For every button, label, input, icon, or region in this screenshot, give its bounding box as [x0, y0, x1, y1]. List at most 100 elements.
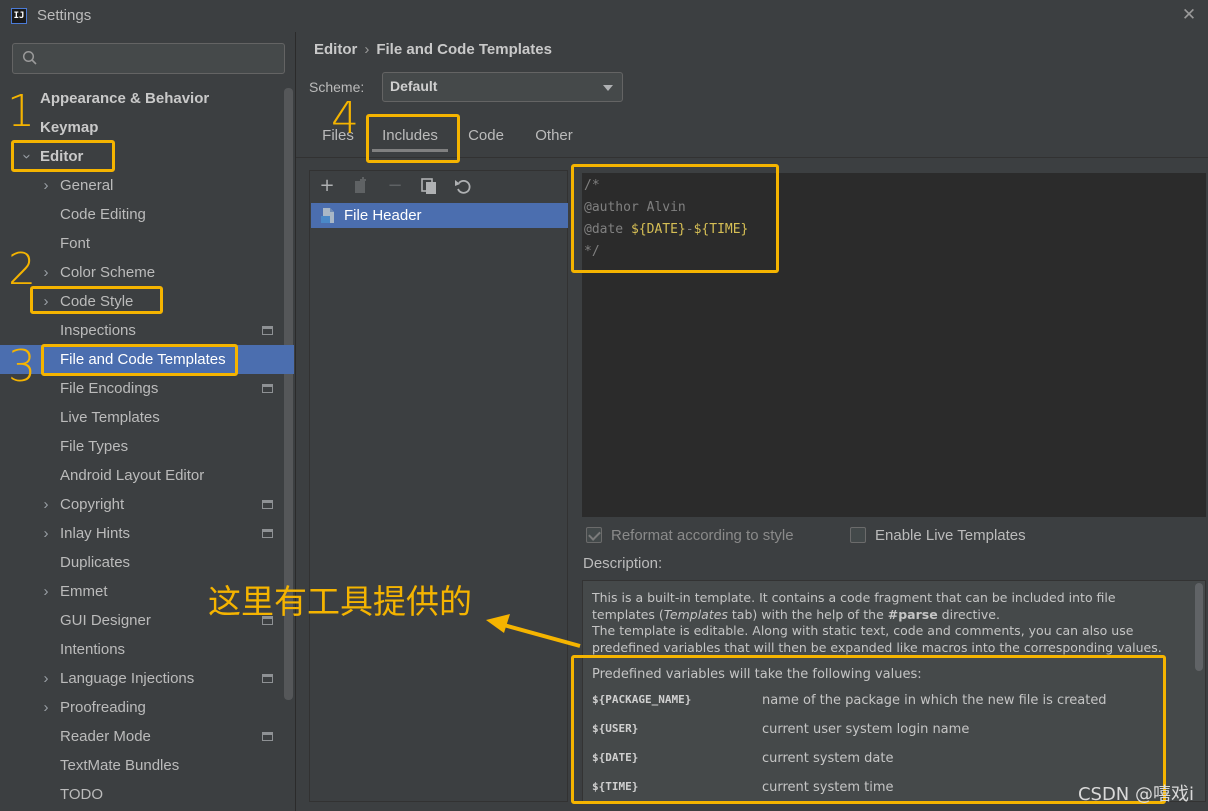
sidebar-item-color-scheme[interactable]: › Color Scheme [0, 258, 294, 287]
breadcrumb-separator: › [364, 41, 370, 58]
reformat-label: Reformat according to style [611, 527, 794, 544]
project-settings-icon [262, 732, 273, 741]
sidebar-item-file-types[interactable]: File Types [0, 432, 294, 461]
sidebar-item-font[interactable]: Font [0, 229, 294, 258]
sidebar-item-label: Color Scheme [60, 264, 156, 281]
sidebar-item-general[interactable]: › General [0, 171, 294, 200]
add-child-template-icon[interactable] [350, 175, 372, 197]
sidebar-item-file-encodings[interactable]: File Encodings [0, 374, 294, 403]
project-settings-icon [262, 326, 273, 335]
annotation-number: 1 [7, 86, 35, 137]
sidebar-item-label: Inlay Hints [60, 525, 131, 542]
reset-icon[interactable] [452, 175, 474, 197]
sidebar-item-label: Intentions [60, 641, 126, 658]
sidebar-item-label: Inspections [60, 322, 136, 339]
project-settings-icon [262, 500, 273, 509]
sidebar-item-proofreading[interactable]: › Proofreading [0, 693, 294, 722]
chevron-right-icon[interactable]: › [40, 258, 52, 287]
description-italic: Templates [663, 606, 728, 622]
sidebar-item-label: General [60, 177, 114, 194]
sidebar-item-intentions[interactable]: Intentions [0, 635, 294, 664]
sidebar-item-label: Keymap [40, 119, 99, 136]
sidebar-item-label: TODO [60, 786, 104, 803]
chevron-right-icon[interactable]: › [40, 577, 52, 606]
sidebar-item-duplicates[interactable]: Duplicates [0, 548, 294, 577]
annotation-box-editor [11, 140, 115, 172]
sidebar-item-label: File Encodings [60, 380, 159, 397]
settings-search-input[interactable] [47, 48, 277, 70]
description-text: This is a built-in template. It contains… [592, 590, 1182, 656]
sidebar-item-label: Duplicates [60, 554, 131, 571]
sidebar-item-inlay-hints[interactable]: › Inlay Hints [0, 519, 294, 548]
chevron-right-icon[interactable]: › [40, 490, 52, 519]
close-icon[interactable]: ✕ [1178, 4, 1200, 26]
sidebar-item-label: Code Editing [60, 206, 146, 223]
sidebar-item-copyright[interactable]: › Copyright [0, 490, 294, 519]
template-list-item-label: File Header [344, 207, 422, 224]
project-settings-icon [262, 529, 273, 538]
description-paragraph: The template is editable. Along with sta… [592, 623, 1162, 655]
settings-search-box[interactable] [12, 43, 285, 74]
reformat-checkbox[interactable] [586, 527, 602, 543]
sidebar-item-label: Language Injections [60, 670, 195, 687]
annotation-box-file-templates [41, 344, 238, 376]
sidebar-item-label: Proofreading [60, 699, 146, 716]
annotation-box-code [571, 164, 779, 273]
chevron-right-icon[interactable]: › [40, 693, 52, 722]
sidebar-item-reader-mode[interactable]: Reader Mode [0, 722, 294, 751]
description-scrollbar[interactable] [1195, 583, 1203, 671]
remove-icon[interactable]: − [384, 175, 406, 197]
sidebar-item-todo[interactable]: TODO [0, 780, 294, 809]
annotation-number: 4 [331, 93, 359, 144]
annotation-number: 2 [8, 244, 36, 295]
chevron-right-icon[interactable]: › [40, 519, 52, 548]
description-bold: #parse [887, 606, 938, 622]
enable-live-templates-label: Enable Live Templates [875, 527, 1026, 544]
annotation-note: 这里有工具提供的 [208, 582, 472, 621]
annotation-box-code-style [30, 286, 163, 314]
chevron-right-icon[interactable]: › [40, 171, 52, 200]
description-label: Description: [583, 555, 663, 572]
sidebar-item-label: Live Templates [60, 409, 160, 426]
project-settings-icon [262, 384, 273, 393]
annotation-box-variables [571, 655, 1166, 804]
dropdown-arrow-icon [603, 85, 613, 91]
add-icon[interactable]: + [316, 175, 338, 197]
breadcrumb: Editor › File and Code Templates [314, 41, 552, 58]
tab-other[interactable]: Other [528, 116, 580, 156]
watermark: CSDN @嘻戏i [1077, 784, 1194, 805]
sidebar-item-label: Emmet [60, 583, 108, 600]
sidebar-item-label: Copyright [60, 496, 125, 513]
sidebar-item-label: Android Layout Editor [60, 467, 205, 484]
sidebar-item-language-injections[interactable]: › Language Injections [0, 664, 294, 693]
sidebar-item-android-layout-editor[interactable]: Android Layout Editor [0, 461, 294, 490]
description-part: tab) with the help of the [727, 606, 888, 622]
sidebar-item-label: Reader Mode [60, 728, 151, 745]
sidebar-item-textmate-bundles[interactable]: TextMate Bundles [0, 751, 294, 780]
template-list-toolbar: + − [310, 171, 567, 201]
scheme-value: Default [390, 78, 438, 94]
sidebar-item-label: Appearance & Behavior [40, 90, 210, 107]
title-bar: IJ Settings ✕ [0, 0, 1208, 32]
window-title: Settings [37, 7, 92, 24]
project-settings-icon [262, 674, 273, 683]
copy-icon[interactable] [418, 175, 440, 197]
breadcrumb-current: File and Code Templates [376, 41, 552, 58]
scheme-select[interactable]: Default [382, 72, 623, 102]
chevron-right-icon[interactable]: › [40, 664, 52, 693]
tab-code[interactable]: Code [462, 116, 510, 156]
sidebar-item-live-templates[interactable]: Live Templates [0, 403, 294, 432]
file-template-icon [321, 208, 334, 223]
annotation-number: 3 [8, 341, 36, 392]
enable-live-templates-checkbox[interactable] [850, 527, 866, 543]
sidebar-item-label: TextMate Bundles [60, 757, 180, 774]
template-list-item[interactable]: File Header [311, 203, 568, 228]
sidebar-item-code-editing[interactable]: Code Editing [0, 200, 294, 229]
sidebar-item-label: File Types [60, 438, 129, 455]
template-list-panel: + − File Header [309, 170, 568, 802]
sidebar-item-keymap[interactable]: Keymap [0, 113, 294, 142]
breadcrumb-parent[interactable]: Editor [314, 41, 357, 58]
intellij-logo-icon: IJ [11, 8, 27, 24]
sidebar-item-appearance-behavior[interactable]: Appearance & Behavior [0, 84, 294, 113]
sidebar-item-inspections[interactable]: Inspections [0, 316, 294, 345]
